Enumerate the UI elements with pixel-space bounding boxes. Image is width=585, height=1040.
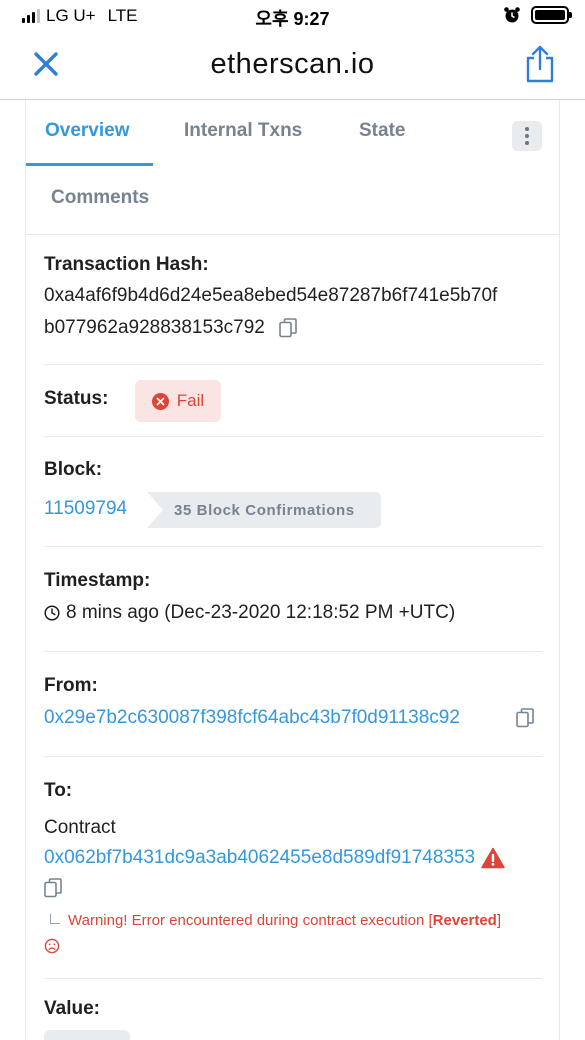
tab-comments[interactable]: Comments — [51, 187, 149, 209]
warning-text: Warning! Error encountered during contra… — [68, 912, 433, 929]
transaction-hash-line-2-wrap: b077962a928838153c792 — [44, 312, 542, 344]
copy-icon[interactable] — [516, 708, 534, 728]
warning-message: Warning! Error encountered during contra… — [44, 912, 542, 929]
transaction-card: Overview Internal Txns State Comments Tr… — [25, 100, 560, 1040]
from-label: From: — [44, 675, 98, 696]
status-badge: Fail — [135, 380, 221, 422]
sad-face-icon — [44, 938, 60, 954]
indent-corner-icon — [50, 914, 60, 925]
copy-icon[interactable] — [44, 878, 62, 898]
divider — [44, 436, 542, 437]
divider — [44, 756, 542, 757]
divider — [44, 978, 542, 979]
transaction-hash-label: Transaction Hash: — [44, 254, 209, 275]
clock: 오후 9:27 — [255, 9, 330, 29]
share-icon[interactable] — [525, 44, 555, 84]
to-label: To: — [44, 780, 73, 801]
alarm-icon — [504, 7, 520, 23]
divider — [44, 651, 542, 652]
tab-bar: Overview Internal Txns State Comments — [26, 100, 559, 235]
from-address-link[interactable]: 0x29e7b2c630087f398fcf64abc43b7f0d91138c… — [44, 702, 460, 734]
status-bar: LG U+ LTE 오후 9:27 — [0, 0, 585, 32]
warning-reverted: Reverted — [432, 912, 497, 929]
page-host-title: etherscan.io — [210, 48, 375, 80]
block-value-row: 11509794 35 Block Confirmations — [44, 492, 542, 528]
active-tab-indicator — [26, 163, 153, 166]
block-row: Block: — [44, 459, 542, 481]
clock-icon — [44, 605, 60, 621]
timestamp-row: Timestamp: 8 mins ago (Dec-23-2020 12:18… — [44, 570, 542, 629]
copy-wrap — [44, 878, 542, 904]
to-address-link[interactable]: 0x062bf7b431dc9a3ab4062455e8d589df917483… — [44, 842, 475, 874]
timestamp-value-wrap: 8 mins ago (Dec-23-2020 12:18:52 PM +UTC… — [44, 597, 542, 629]
block-confirmations-text: 35 Block Confirmations — [147, 492, 381, 528]
transaction-hash-row: Transaction Hash: 0xa4af6f9b4d6d24e5ea8e… — [44, 254, 542, 344]
status-row: Status: Fail — [44, 380, 542, 422]
block-number-link[interactable]: 11509794 — [44, 493, 127, 525]
from-value-wrap: 0x29e7b2c630087f398fcf64abc43b7f0d91138c… — [44, 702, 534, 734]
block-label: Block: — [44, 459, 103, 480]
value-row: Value: — [44, 998, 542, 1020]
divider — [44, 364, 542, 365]
transaction-hash-line-1: 0xa4af6f9b4d6d24e5ea8ebed54e87287b6f741e… — [44, 285, 498, 306]
status-label: Status: — [44, 388, 109, 409]
from-row: From: 0x29e7b2c630087f398fcf64abc43b7f0d… — [44, 675, 542, 734]
battery-icon — [531, 6, 572, 24]
block-confirmations-badge: 35 Block Confirmations — [147, 492, 381, 528]
more-options-icon[interactable] — [512, 121, 542, 151]
tab-state[interactable]: State — [359, 120, 405, 142]
warning-close: ] — [496, 912, 502, 929]
copy-icon[interactable] — [279, 318, 297, 338]
to-type: Contract — [44, 817, 116, 838]
warning-icon — [481, 847, 505, 869]
browser-header: etherscan.io — [0, 32, 585, 100]
status-text: Fail — [176, 391, 205, 410]
tab-overview[interactable]: Overview — [45, 120, 130, 142]
value-badge — [44, 1030, 130, 1040]
transaction-hash-line-2: b077962a928838153c792 — [44, 317, 265, 338]
timestamp-label: Timestamp: — [44, 570, 151, 591]
fail-icon — [151, 392, 169, 410]
to-row: To: Contract 0x062bf7b431dc9a3ab4062455e… — [44, 780, 542, 954]
tab-internal-txns[interactable]: Internal Txns — [184, 120, 302, 142]
value-label: Value: — [44, 998, 100, 1019]
to-address-wrap: 0x062bf7b431dc9a3ab4062455e8d589df917483… — [44, 842, 542, 874]
divider — [44, 546, 542, 547]
timestamp-value: 8 mins ago (Dec-23-2020 12:18:52 PM +UTC… — [66, 602, 456, 623]
